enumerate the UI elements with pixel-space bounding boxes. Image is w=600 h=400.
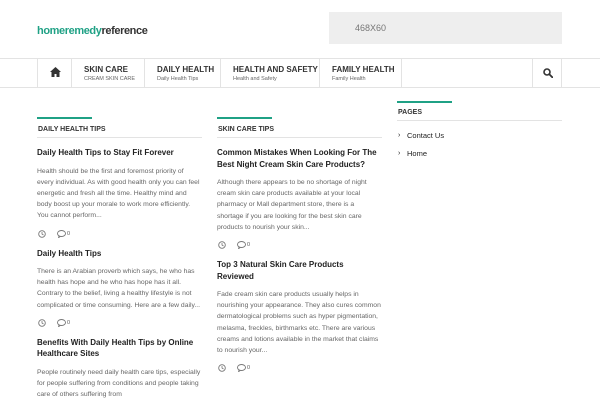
comment-count[interactable]: 0 xyxy=(67,231,70,238)
main-nav: SKIN CARE CREAM SKIN CARE DAILY HEALTH D… xyxy=(0,58,600,88)
nav-item-subtitle: Daily Health Tips xyxy=(157,76,199,82)
post-meta: 0 xyxy=(217,364,382,373)
post-excerpt: There is an Arabian proverb which says, … xyxy=(37,268,201,309)
comment-count[interactable]: 0 xyxy=(67,320,70,327)
clock-icon xyxy=(38,319,46,327)
post-excerpt: Fade cream skin care products usually he… xyxy=(217,291,381,355)
nav-item-subtitle: Family Health xyxy=(332,76,366,82)
post-excerpt: Health should be the first and foremost … xyxy=(37,167,200,220)
post-item: Top 3 Natural Skin Care Products Reviewe… xyxy=(217,250,382,373)
column-skin-care-tips: SKIN CARE TIPS Common Mistakes When Look… xyxy=(217,117,382,373)
post-title-link[interactable]: Benefits With Daily Health Tips by Onlin… xyxy=(37,337,202,360)
post-title-link[interactable]: Daily Health Tips to Stay Fit Forever xyxy=(37,147,202,159)
sidebar-link-label: Contact Us xyxy=(407,131,445,140)
clock-icon xyxy=(38,229,46,238)
comment-count[interactable]: 0 xyxy=(247,365,250,372)
banner-ad-label: 468X60 xyxy=(355,23,387,33)
column-daily-health-tips: DAILY HEALTH TIPS Daily Health Tips to S… xyxy=(37,117,202,400)
sidebar-link-home[interactable]: › Home xyxy=(397,149,562,159)
post-title-link[interactable]: Daily Health Tips xyxy=(37,248,202,260)
chevron-right-icon: › xyxy=(398,132,401,139)
comment-icon[interactable] xyxy=(237,241,246,250)
post-item: Common Mistakes When Looking For The Bes… xyxy=(217,138,382,250)
comment-icon[interactable] xyxy=(237,364,246,373)
nav-item-skin-care[interactable]: SKIN CARE CREAM SKIN CARE xyxy=(72,59,145,88)
banner-ad[interactable]: 468X60 xyxy=(329,12,562,44)
post-item: Benefits With Daily Health Tips by Onlin… xyxy=(37,328,202,400)
post-meta: 0 xyxy=(37,229,202,239)
nav-item-health-and-safety[interactable]: HEALTH AND SAFETY Health and Safety xyxy=(221,59,320,88)
sidebar-link-contact-us[interactable]: › Contact Us xyxy=(397,131,562,141)
nav-item-family-health[interactable]: FAMILY HEALTH Family Health xyxy=(320,59,402,88)
post-meta: 0 xyxy=(37,318,202,328)
nav-item-title: FAMILY HEALTH xyxy=(332,65,395,74)
nav-search-button[interactable] xyxy=(532,59,562,88)
sidebar-link-label: Home xyxy=(407,149,428,158)
sidebar-pages-widget: PAGES › Contact Us › Home xyxy=(397,101,562,159)
chevron-right-icon: › xyxy=(398,150,401,157)
logo-text-primary: homeremedy xyxy=(37,25,102,37)
comment-icon[interactable] xyxy=(57,318,66,327)
post-item: Daily Health Tips to Stay Fit Forever He… xyxy=(37,138,202,239)
nav-item-title: SKIN CARE xyxy=(84,65,129,74)
nav-item-subtitle: CREAM SKIN CARE xyxy=(84,76,136,82)
section-heading: SKIN CARE TIPS xyxy=(217,119,382,138)
site-header: homeremedyreference 468X60 xyxy=(0,0,600,58)
post-item: Daily Health Tips There is an Arabian pr… xyxy=(37,239,202,328)
post-title-link[interactable]: Top 3 Natural Skin Care Products Reviewe… xyxy=(217,259,382,282)
clock-icon xyxy=(218,364,226,372)
site-logo[interactable]: homeremedyreference xyxy=(37,24,148,38)
nav-home-button[interactable] xyxy=(37,59,72,88)
nav-item-title: HEALTH AND SAFETY xyxy=(233,65,318,74)
home-icon xyxy=(50,67,61,77)
clock-icon xyxy=(218,241,226,249)
nav-item-daily-health[interactable]: DAILY HEALTH Daily Health Tips xyxy=(145,59,221,88)
comment-count[interactable]: 0 xyxy=(247,242,250,249)
comment-icon[interactable] xyxy=(57,229,66,238)
post-excerpt: Although there appears to be no shortage… xyxy=(217,179,367,231)
post-title-link[interactable]: Common Mistakes When Looking For The Bes… xyxy=(217,147,382,170)
post-meta: 0 xyxy=(217,241,382,250)
search-icon xyxy=(543,68,553,78)
nav-item-title: DAILY HEALTH xyxy=(157,65,215,74)
nav-item-subtitle: Health and Safety xyxy=(233,76,277,82)
sidebar-heading: PAGES xyxy=(397,103,562,121)
logo-text-secondary: reference xyxy=(101,25,148,37)
post-excerpt: People routinely need daily health care … xyxy=(37,368,201,399)
section-heading: DAILY HEALTH TIPS xyxy=(37,119,202,138)
